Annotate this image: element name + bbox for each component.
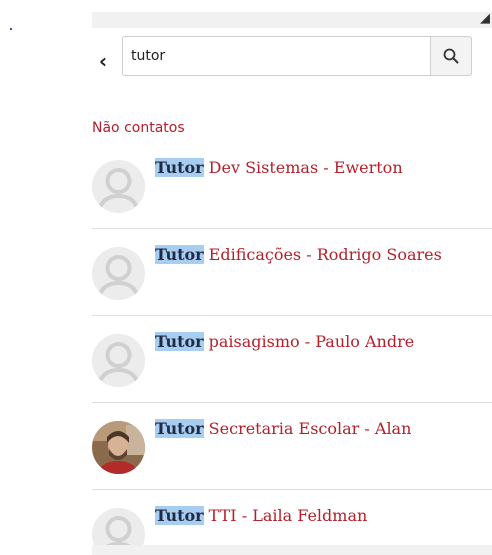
contact-name: Tutor Edificações - Rodrigo Soares [155,245,490,265]
search-icon [443,48,459,64]
search-box [122,36,472,76]
stray-dot [10,28,12,30]
contact-item[interactable]: Tutor paisagismo - Paulo Andre [92,316,492,403]
section-label-non-contacts: Não contatos [92,120,185,136]
message-drawer-panel: ◢ ‹ Não contatos Tutor Dev Sistemas - Ew… [92,12,492,555]
highlight-match: Tutor [155,158,204,177]
search-results-list: Tutor Dev Sistemas - Ewerton Tutor Edifi… [92,142,492,555]
contact-item[interactable]: Tutor Secretaria Escolar - Alan [92,403,492,490]
highlight-match: Tutor [155,506,204,525]
photo-avatar [92,421,145,474]
highlight-match: Tutor [155,245,204,264]
chevron-left-icon: ‹ [98,49,108,73]
contact-name-rest: Edificações - Rodrigo Soares [203,245,442,264]
highlight-match: Tutor [155,419,204,438]
search-button[interactable] [430,36,472,76]
default-avatar [92,334,145,387]
highlight-match: Tutor [155,332,204,351]
contact-name: Tutor paisagismo - Paulo Andre [155,332,490,352]
contact-name: Tutor TTI - Laila Feldman [155,506,490,526]
contact-name-rest: TTI - Laila Feldman [203,506,368,525]
contact-name: Tutor Secretaria Escolar - Alan [155,419,490,439]
back-button[interactable]: ‹ [92,50,114,72]
expand-icon[interactable]: ◢ [476,12,490,26]
default-avatar [92,247,145,300]
search-input[interactable] [123,37,423,75]
panel-footer-strip [92,545,492,555]
contact-item[interactable]: Tutor Edificações - Rodrigo Soares [92,229,492,316]
default-avatar [92,160,145,213]
contact-name-rest: Secretaria Escolar - Alan [203,419,412,438]
contact-item[interactable]: Tutor Dev Sistemas - Ewerton [92,142,492,229]
contact-name-rest: Dev Sistemas - Ewerton [203,158,403,177]
panel-top-bar: ◢ [92,12,492,28]
contact-name: Tutor Dev Sistemas - Ewerton [155,158,490,178]
contact-name-rest: paisagismo - Paulo Andre [203,332,415,351]
